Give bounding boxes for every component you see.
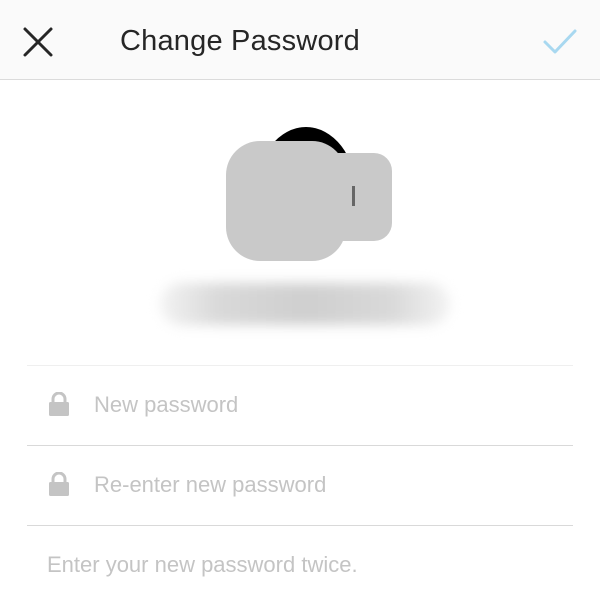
close-icon <box>23 27 53 57</box>
top-bar: Change Password <box>0 0 600 80</box>
password-hint: Enter your new password twice. <box>47 552 358 577</box>
section-divider <box>27 365 573 366</box>
username-redacted <box>160 283 450 325</box>
field-divider <box>27 525 573 526</box>
lock-icon <box>49 472 69 496</box>
new-password-field[interactable] <box>27 367 573 447</box>
avatar-detail <box>352 186 355 206</box>
checkmark-icon <box>543 29 577 54</box>
field-divider <box>27 445 573 446</box>
new-password-input[interactable] <box>94 385 554 425</box>
close-button[interactable] <box>14 18 62 66</box>
lock-icon <box>49 392 69 416</box>
page-title: Change Password <box>120 25 360 57</box>
avatar <box>226 127 392 261</box>
confirm-password-field[interactable] <box>27 447 573 527</box>
confirm-button[interactable] <box>536 18 584 66</box>
confirm-password-input[interactable] <box>94 465 554 505</box>
